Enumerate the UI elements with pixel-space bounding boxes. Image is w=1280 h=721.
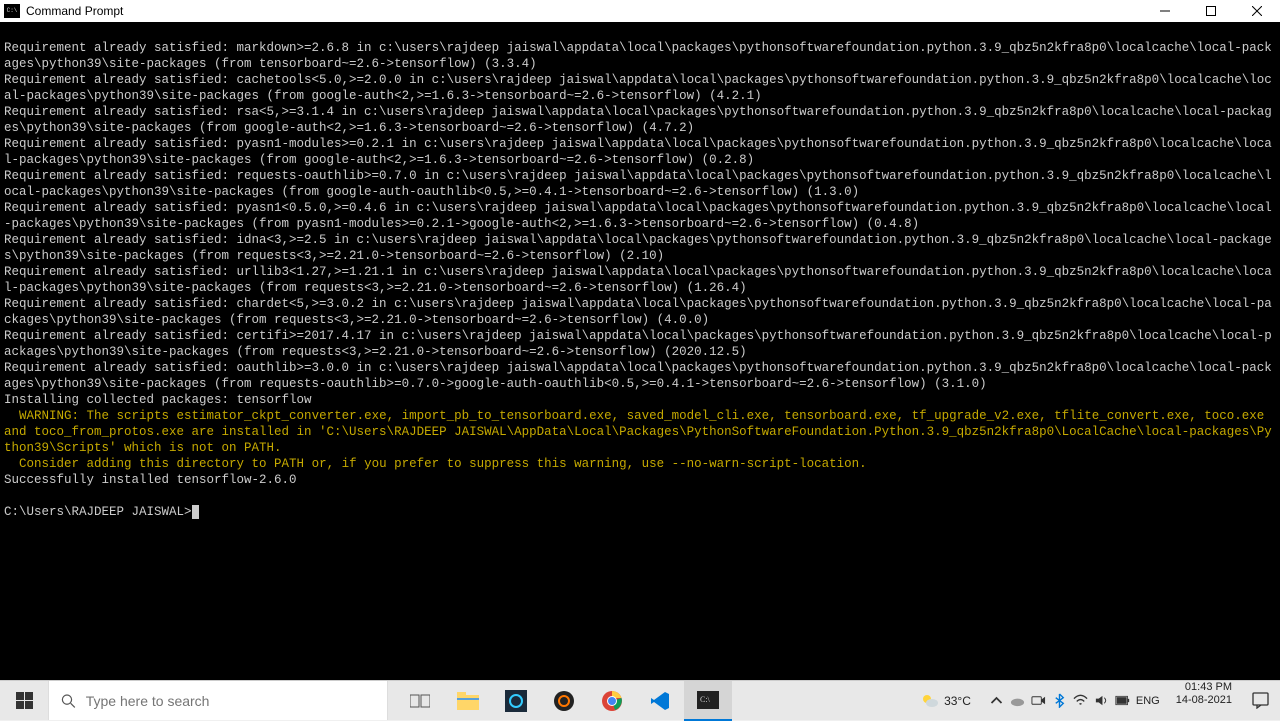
search-icon [61,693,76,709]
success-line: Successfully installed tensorflow-2.6.0 [4,473,297,487]
app-icon-1[interactable] [492,681,540,721]
output-line: Requirement already satisfied: pyasn1-mo… [4,137,1272,167]
vscode-icon[interactable] [636,681,684,721]
file-explorer-icon[interactable] [444,681,492,721]
weather-widget[interactable]: 33°C [910,681,981,720]
onedrive-icon[interactable] [1010,693,1025,708]
date-text: 14-08-2021 [1176,694,1232,707]
system-tray[interactable]: ENG [981,681,1168,720]
clock[interactable]: 01:43 PM 14-08-2021 [1168,681,1240,720]
chevron-up-icon[interactable] [989,693,1004,708]
window-title: Command Prompt [26,4,1142,18]
language-indicator[interactable]: ENG [1136,695,1160,707]
search-input[interactable] [86,693,375,709]
minimize-button[interactable] [1142,0,1188,22]
output-line: Requirement already satisfied: rsa<5,>=3… [4,105,1272,135]
output-line: Requirement already satisfied: urllib3<1… [4,265,1272,295]
output-line: Requirement already satisfied: idna<3,>=… [4,233,1272,263]
task-view-icon[interactable] [396,681,444,721]
start-button[interactable] [0,681,48,720]
warning-line: Consider adding this directory to PATH o… [4,457,867,471]
output-line: Requirement already satisfied: oauthlib>… [4,361,1272,391]
meet-now-icon[interactable] [1031,693,1046,708]
battery-icon[interactable] [1115,693,1130,708]
time-text: 01:43 PM [1176,681,1232,694]
cmd-icon [4,4,20,18]
cmd-taskbar-icon[interactable]: C:\ [684,681,732,721]
app-icon-2[interactable] [540,681,588,721]
output-line: Requirement already satisfied: certifi>=… [4,329,1272,359]
chrome-icon[interactable] [588,681,636,721]
wifi-icon[interactable] [1073,693,1088,708]
prompt: C:\Users\RAJDEEP JAISWAL> [4,505,199,519]
weather-icon [920,691,940,711]
command-prompt-window: Command Prompt Requirement already satis… [0,0,1280,680]
action-center-icon[interactable] [1240,681,1280,720]
output-line: Requirement already satisfied: chardet<5… [4,297,1272,327]
output-line: Requirement already satisfied: cachetool… [4,73,1272,103]
weather-temp: 33°C [944,694,971,708]
search-box[interactable] [48,681,388,720]
terminal-output[interactable]: Requirement already satisfied: markdown>… [0,22,1280,680]
output-line: Requirement already satisfied: pyasn1<0.… [4,201,1272,231]
bluetooth-icon[interactable] [1052,693,1067,708]
titlebar[interactable]: Command Prompt [0,0,1280,22]
output-line: Requirement already satisfied: requests-… [4,169,1272,199]
taskbar: C:\ 33°C ENG 01:43 PM 14-08-2021 [0,680,1280,720]
volume-icon[interactable] [1094,693,1109,708]
taskbar-apps: C:\ [396,681,732,720]
maximize-button[interactable] [1188,0,1234,22]
close-button[interactable] [1234,0,1280,22]
output-line: Installing collected packages: tensorflo… [4,393,312,407]
cursor [192,505,199,519]
window-controls [1142,0,1280,22]
output-line: Requirement already satisfied: markdown>… [4,41,1272,71]
svg-text:C:\: C:\ [700,695,711,704]
warning-line: WARNING: The scripts estimator_ckpt_conv… [4,409,1272,455]
